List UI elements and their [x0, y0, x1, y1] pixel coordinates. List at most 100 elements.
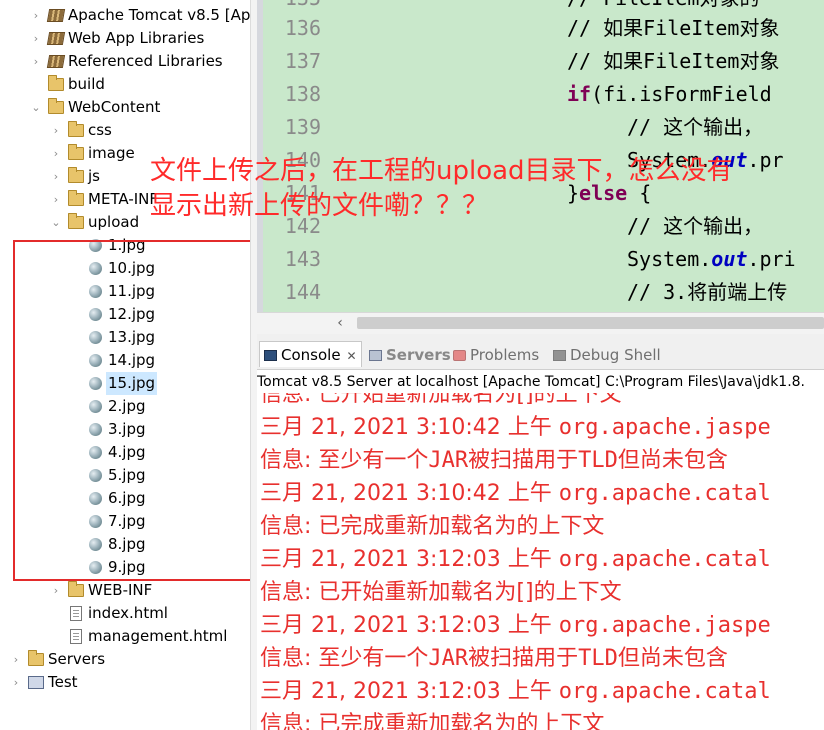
- chevron-right-icon[interactable]: ›: [50, 165, 62, 188]
- tree-item-label: 1.jpg: [108, 236, 146, 254]
- tab-problems[interactable]: Problems: [453, 342, 539, 368]
- tree-item-file[interactable]: 10.jpg: [0, 257, 250, 280]
- tab-debug-shell[interactable]: Debug Shell: [553, 342, 661, 368]
- tree-item-label: 5.jpg: [108, 466, 146, 484]
- code-text: System.out.pri: [627, 247, 796, 271]
- chevron-down-icon[interactable]: ⌄: [30, 96, 42, 119]
- chevron-right-icon[interactable]: ›: [30, 50, 42, 73]
- tree-item-referenced-libraries[interactable]: › Referenced Libraries: [0, 50, 250, 73]
- tree-item-label: Servers: [48, 650, 106, 668]
- tree-item-file[interactable]: 12.jpg: [0, 303, 250, 326]
- tree-item-file[interactable]: 4.jpg: [0, 441, 250, 464]
- tree-item-file[interactable]: 13.jpg: [0, 326, 250, 349]
- chevron-down-icon[interactable]: ⌄: [50, 211, 62, 234]
- image-file-icon: [89, 400, 102, 413]
- console-line-text: 三月 21, 2021 3:12:03 上午: [260, 547, 559, 572]
- tree-item-servers[interactable]: › Servers: [0, 648, 250, 671]
- tab-servers[interactable]: Servers: [369, 342, 451, 368]
- tree-item-file[interactable]: 11.jpg: [0, 280, 250, 303]
- tree-item-label: Web App Libraries: [68, 29, 205, 47]
- tree-item-file[interactable]: 1.jpg: [0, 234, 250, 257]
- tree-item-management-html[interactable]: management.html: [0, 625, 250, 648]
- image-file-icon: [89, 285, 102, 298]
- console-line-text: 三月 21, 2021 3:10:42 上午: [260, 481, 559, 506]
- chevron-right-icon[interactable]: ›: [30, 4, 42, 27]
- console-line: 三月 21, 2021 3:10:42 上午 org.apache.catal: [260, 477, 771, 510]
- tree-item-label: css: [88, 121, 112, 139]
- panel-divider[interactable]: [250, 0, 257, 730]
- tab-label: Servers: [386, 346, 451, 364]
- chevron-right-icon[interactable]: ›: [50, 119, 62, 142]
- image-file-icon: [89, 515, 102, 528]
- tree-item-file[interactable]: 5.jpg: [0, 464, 250, 487]
- tree-item-file[interactable]: 14.jpg: [0, 349, 250, 372]
- tree-item-file[interactable]: 2.jpg: [0, 395, 250, 418]
- tree-item-file[interactable]: 3.jpg: [0, 418, 250, 441]
- tree-item-web-app-libraries[interactable]: › Web App Libraries: [0, 27, 250, 50]
- tree-item-label: 13.jpg: [108, 328, 156, 346]
- tab-label: Console: [281, 346, 341, 364]
- code-line: 144 // 3.将前端上传: [263, 276, 824, 309]
- console-line-class: org.apache.catal: [558, 679, 771, 704]
- console-line: 信息: 已完成重新加载名为的上下文: [260, 708, 604, 730]
- chevron-right-icon[interactable]: ›: [10, 671, 22, 694]
- console-line: 信息: 至少有一个JAR被扫描用于TLD但尚未包含: [260, 444, 728, 477]
- scroll-left-icon[interactable]: ‹: [333, 315, 347, 331]
- tree-item-file[interactable]: 6.jpg: [0, 487, 250, 510]
- tree-item-label: 7.jpg: [108, 512, 146, 530]
- tree-item-label: WebContent: [68, 98, 161, 116]
- chevron-right-icon[interactable]: ›: [50, 188, 62, 211]
- folder-icon: [68, 167, 84, 183]
- image-file-icon: [89, 354, 102, 367]
- folder-icon: [68, 581, 84, 597]
- scrollbar-thumb[interactable]: [357, 317, 824, 329]
- tree-item-label: 6.jpg: [108, 489, 146, 507]
- image-file-icon: [89, 423, 102, 436]
- tree-item-webcontent[interactable]: ⌄ WebContent: [0, 96, 250, 119]
- tree-item-index-html[interactable]: index.html: [0, 602, 250, 625]
- code-line: 143 System.out.pri: [263, 243, 824, 276]
- chevron-right-icon[interactable]: ›: [30, 27, 42, 50]
- console-output[interactable]: 信息: 已开始重新加载名为[]的上下文 三月 21, 2021 3:10:42 …: [257, 393, 824, 730]
- code-text: // 3.将前端上传: [627, 280, 788, 304]
- line-number: 137: [284, 49, 321, 73]
- tree-item-label: META-INF: [88, 190, 159, 208]
- annotation-line: 文件上传之后，在工程的upload目录下，怎么没有: [150, 156, 733, 186]
- tree-item-web-inf[interactable]: › WEB-INF: [0, 579, 250, 602]
- close-icon[interactable]: ✕: [347, 349, 357, 363]
- console-line-class: org.apache.catal: [558, 547, 771, 572]
- tab-console[interactable]: Console ✕: [259, 341, 362, 367]
- code-line: 136 // 如果FileItem对象: [263, 12, 824, 45]
- line-number: 143: [284, 247, 321, 271]
- tree-item-test[interactable]: › Test: [0, 671, 250, 694]
- horizontal-scrollbar[interactable]: ‹: [257, 312, 824, 334]
- code-text: // 这个输出，: [627, 115, 764, 139]
- tree-item-label: js: [88, 167, 100, 185]
- tree-item-label: WEB-INF: [88, 581, 153, 599]
- chevron-right-icon[interactable]: ›: [50, 579, 62, 602]
- folder-icon: [68, 144, 84, 160]
- tree-item-apache-tomcat[interactable]: › Apache Tomcat v8.5 [Ap: [0, 4, 250, 27]
- console-line: 信息: 已完成重新加载名为的上下文: [260, 510, 604, 543]
- image-file-icon: [89, 469, 102, 482]
- tree-item-label: image: [88, 144, 135, 162]
- tree-item-label: index.html: [88, 604, 168, 622]
- tree-item-build[interactable]: build: [0, 73, 250, 96]
- console-line: 信息: 至少有一个JAR被扫描用于TLD但尚未包含: [260, 642, 728, 675]
- tree-item-file[interactable]: 9.jpg: [0, 556, 250, 579]
- tree-item-label: build: [68, 75, 105, 93]
- project-explorer: › Apache Tomcat v8.5 [Ap › Web App Libra…: [0, 0, 250, 730]
- chevron-right-icon[interactable]: ›: [10, 648, 22, 671]
- console-line-text: 信息: 已开始重新加载名为[]的上下文: [260, 393, 622, 407]
- tree-item-file[interactable]: 8.jpg: [0, 533, 250, 556]
- library-icon: [46, 9, 66, 22]
- console-line-text: 信息: 至少有一个: [260, 448, 429, 473]
- tree-item-file[interactable]: 7.jpg: [0, 510, 250, 533]
- console-line-text: 信息: 已完成重新加载名为的上下文: [260, 712, 605, 730]
- tree-item-file-selected[interactable]: 15.jpg: [0, 372, 250, 395]
- chevron-right-icon[interactable]: ›: [50, 142, 62, 165]
- library-icon: [46, 55, 66, 68]
- tree-item-label: 2.jpg: [108, 397, 146, 415]
- tree-item-css[interactable]: › css: [0, 119, 250, 142]
- tree-item-label: 12.jpg: [108, 305, 156, 323]
